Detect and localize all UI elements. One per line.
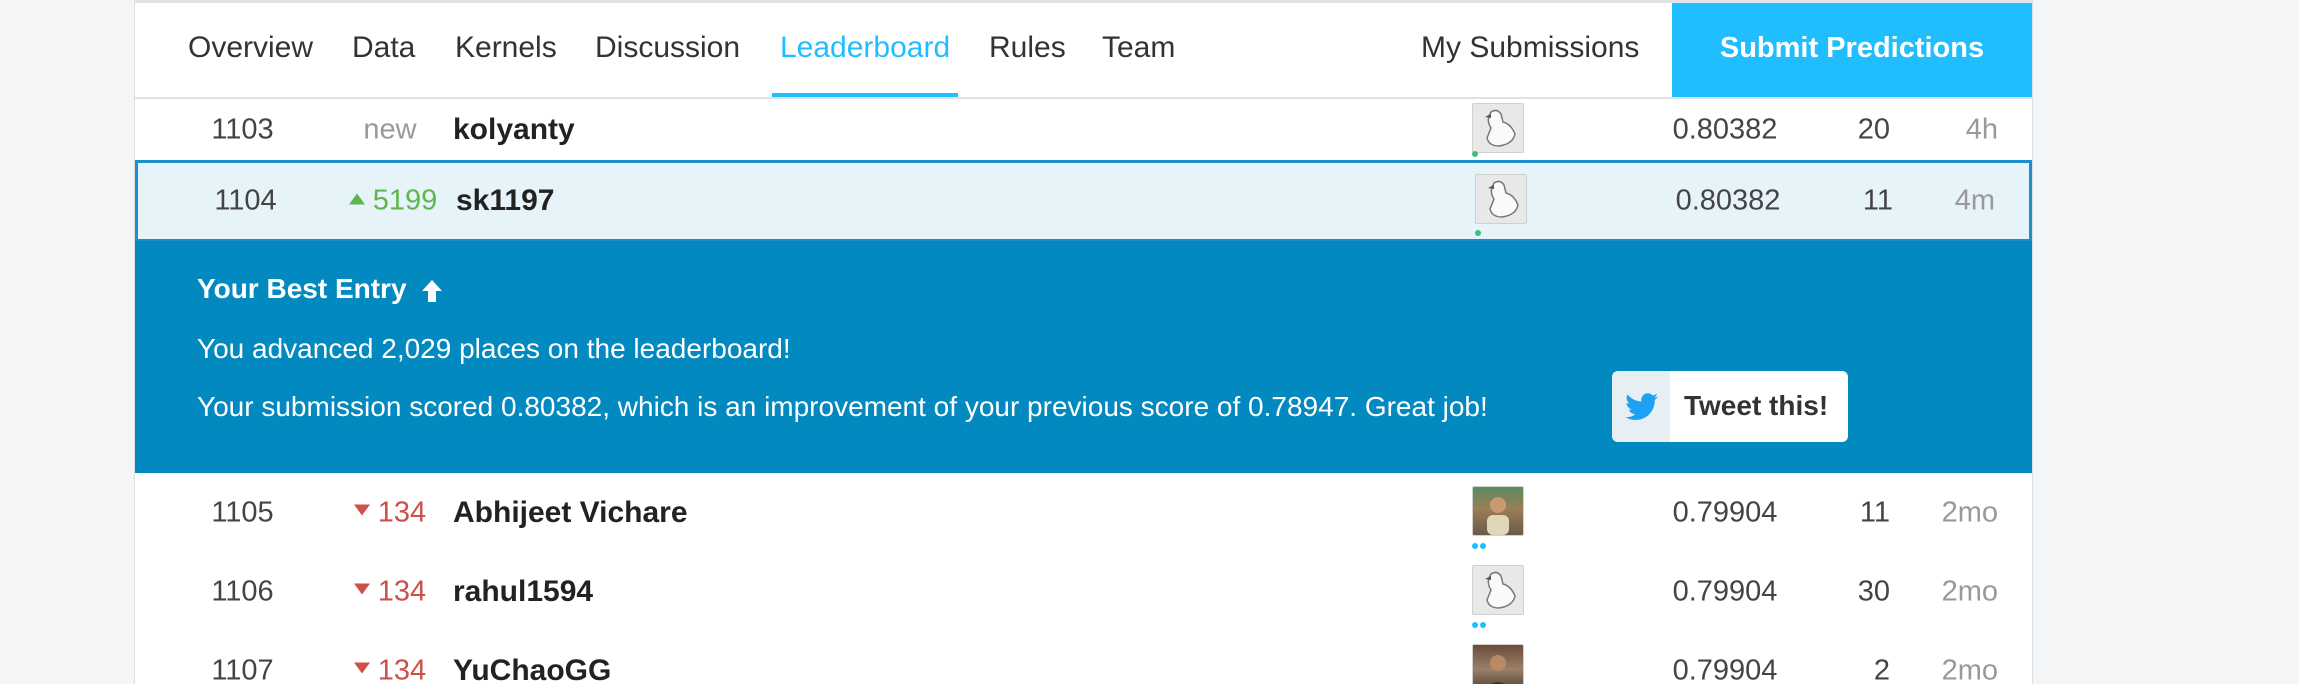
entries-cell: 30 [1857,575,1890,607]
advanced-places-text: You advanced 2,029 places on the leaderb… [197,333,791,364]
leaderboard-panel: Overview Data Kernels Discussion Leaderb… [134,0,2033,684]
team-name-link[interactable]: kolyanty [453,113,575,147]
table-row[interactable]: 1106 134 rahul1594 0.79904 30 2mo [135,552,2032,632]
arrow-up-icon [348,193,365,205]
score-cell: 0.79904 [1672,496,1778,528]
tab-rules[interactable]: Rules [989,3,1066,97]
arrow-down-icon [353,662,370,674]
score-cell: 0.79904 [1672,575,1778,607]
team-member-dots [1472,536,1502,549]
best-entry-banner: Your Best Entry You advanced 2,029 place… [135,241,2032,473]
entries-cell: 20 [1857,113,1890,145]
entries-cell: 11 [1859,496,1890,528]
tab-kernels[interactable]: Kernels [455,3,557,97]
competition-nav: Overview Data Kernels Discussion Leaderb… [135,3,2032,99]
entries-cell: 11 [1862,184,1893,217]
tweet-this-button[interactable]: Tweet this! [1612,371,1848,442]
table-row[interactable]: 1105 134 Abhijeet Vichare 0.79904 11 2mo [135,473,2032,553]
goose-avatar-icon[interactable] [1472,564,1524,615]
last-submission-cell: 4m [1954,184,1995,217]
entries-cell: 2 [1873,654,1890,684]
user-photo-avatar[interactable] [1472,643,1524,684]
twitter-icon [1612,371,1670,442]
goose-avatar-icon[interactable] [1475,174,1527,224]
user-photo-avatar[interactable] [1472,485,1524,536]
score-improvement-text: Your submission scored 0.80382, which is… [197,391,1488,422]
team-name-link[interactable]: YuChaoGG [453,654,611,684]
team-member-dots [1472,144,1502,157]
arrow-up-icon [422,279,443,302]
team-member-dots [1472,615,1502,628]
last-submission-cell: 4h [1965,113,1998,145]
best-entry-title: Your Best Entry [197,273,444,305]
team-name-link[interactable]: Abhijeet Vichare [453,496,688,530]
last-submission-cell: 2mo [1941,575,1998,607]
tab-team[interactable]: Team [1102,3,1175,97]
my-submissions-link[interactable]: My Submissions [1421,3,1639,97]
table-row[interactable]: 1103 new kolyanty 0.80382 20 4h [135,99,2032,161]
table-row[interactable]: 1107 134 YuChaoGG 0.79904 2 2mo [135,631,2032,684]
arrow-down-icon [353,583,370,595]
score-cell: 0.79904 [1672,654,1778,684]
arrow-down-icon [353,504,370,516]
submit-predictions-button[interactable]: Submit Predictions [1672,3,2032,97]
tab-overview[interactable]: Overview [188,3,313,97]
last-submission-cell: 2mo [1941,496,1998,528]
tweet-this-label: Tweet this! [1684,390,1829,421]
current-user-row[interactable]: 1104 5199 sk1197 0.80382 11 4m [135,160,2032,242]
team-member-dots [1475,223,1505,236]
score-cell: 0.80382 [1672,113,1778,145]
tab-data[interactable]: Data [352,3,415,97]
team-name-link[interactable]: sk1197 [456,184,554,218]
score-cell: 0.80382 [1675,184,1781,217]
tab-discussion[interactable]: Discussion [595,3,740,97]
tab-leaderboard[interactable]: Leaderboard [771,3,959,97]
last-submission-cell: 2mo [1941,654,1998,684]
team-name-link[interactable]: rahul1594 [453,575,593,609]
